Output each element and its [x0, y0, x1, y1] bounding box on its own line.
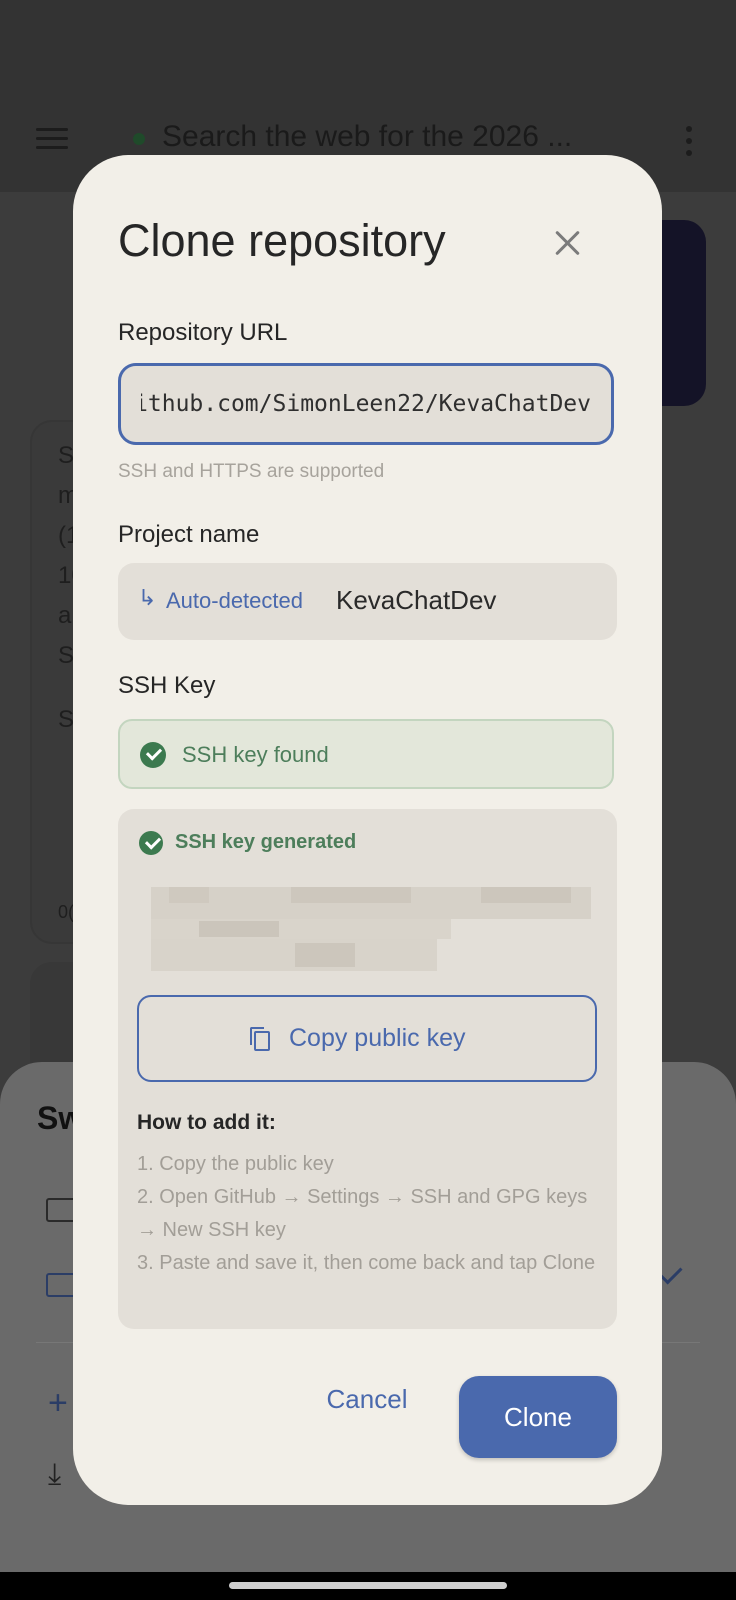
add-icon[interactable]: +	[48, 1386, 68, 1420]
ssh-key-panel: SSH key generated Copy public key How to…	[118, 809, 617, 1329]
project-name-label: Project name	[118, 521, 260, 548]
clone-repository-dialog: Clone repository Repository URL SSH and …	[73, 155, 662, 1505]
repo-url-input[interactable]	[121, 366, 611, 442]
ssh-found-text: SSH key found	[182, 742, 329, 767]
howto-step: 2. Open GitHub → Settings → SSH and GPG …	[137, 1186, 588, 1241]
howto-steps: 1. Copy the public key 2. Open GitHub → …	[137, 1148, 597, 1280]
auto-detected-label: Auto-detected	[166, 588, 303, 613]
status-dot-icon	[133, 133, 145, 145]
project-name-value: KevaChatDev	[336, 585, 497, 615]
ssh-generated-text: SSH key generated	[175, 831, 357, 853]
repo-url-field[interactable]	[118, 363, 614, 445]
menu-icon[interactable]	[36, 128, 68, 152]
repo-url-label: Repository URL	[118, 319, 288, 346]
ssh-key-found-banner: SSH key found	[118, 719, 614, 789]
howto-step: 1. Copy the public key	[137, 1153, 334, 1175]
message-timestamp: 0(	[58, 902, 75, 922]
project-name-field[interactable]: ↳ Auto-detected KevaChatDev	[118, 563, 617, 640]
chat-title[interactable]: Search the web for the 2026 ...	[162, 120, 572, 154]
howto-step: 3. Paste and save it, then come back and…	[137, 1252, 596, 1274]
dialog-title: Clone repository	[118, 215, 446, 266]
message-fragment: S	[58, 706, 75, 733]
copy-public-key-label: Copy public key	[289, 1024, 466, 1052]
more-vert-icon[interactable]	[686, 126, 692, 162]
clone-button[interactable]: Clone	[459, 1376, 617, 1458]
message-fragment: S	[58, 442, 75, 469]
repo-url-hint: SSH and HTTPS are supported	[118, 461, 385, 482]
ssh-key-label: SSH Key	[118, 672, 216, 699]
copy-icon	[250, 1027, 270, 1051]
check-circle-icon	[140, 742, 166, 768]
copy-public-key-button[interactable]: Copy public key	[137, 995, 597, 1082]
message-fragment: a	[58, 602, 72, 629]
check-circle-icon	[139, 831, 163, 855]
redacted-public-key	[151, 887, 595, 975]
subdirectory-arrow-icon: ↳	[138, 585, 157, 610]
howto-title: How to add it:	[137, 1111, 276, 1134]
home-indicator[interactable]	[229, 1582, 507, 1589]
download-icon[interactable]: ⤓	[48, 1460, 61, 1490]
close-icon[interactable]	[547, 223, 587, 263]
message-fragment: S	[58, 642, 75, 669]
cancel-button[interactable]: Cancel	[311, 1374, 423, 1424]
